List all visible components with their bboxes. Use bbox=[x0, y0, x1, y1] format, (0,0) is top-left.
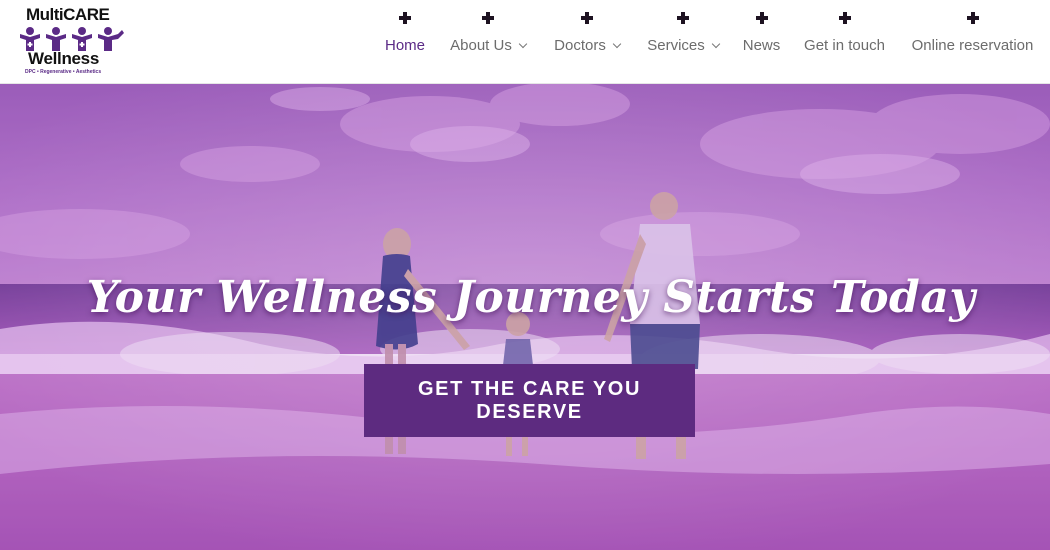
nav-item-services[interactable]: Services bbox=[645, 0, 721, 84]
nav-label-wrap: Home bbox=[385, 37, 425, 54]
plus-icon bbox=[677, 12, 689, 24]
plus-icon bbox=[838, 12, 851, 24]
logo-name-top: MultiCARE bbox=[26, 5, 110, 24]
nav-label-wrap: Services bbox=[647, 37, 721, 54]
site-header: MultiCARE Wellness DPC • Regenerative • … bbox=[0, 0, 1050, 84]
nav-label-news: News bbox=[742, 37, 781, 54]
nav-label-wrap: Get in touch bbox=[804, 37, 885, 54]
plus-icon bbox=[755, 12, 768, 24]
get-care-button[interactable]: GET THE CARE YOU DESERVE bbox=[364, 364, 695, 437]
plus-icon bbox=[482, 12, 494, 24]
nav-label-online-reservation: Online reservation bbox=[911, 37, 1034, 54]
nav-item-home[interactable]: Home bbox=[384, 0, 426, 84]
nav-label-about-us: About Us bbox=[450, 37, 512, 54]
nav-item-online-reservation[interactable]: Online reservation bbox=[908, 0, 1037, 84]
hero-title: Your Wellness Journey Starts Today bbox=[86, 272, 976, 323]
nav-item-get-in-touch[interactable]: Get in touch bbox=[802, 0, 887, 84]
hero-section: Your Wellness Journey Starts Today GET T… bbox=[0, 84, 1050, 550]
nav-label-services: Services bbox=[647, 37, 705, 54]
chevron-down-icon bbox=[612, 39, 622, 48]
nav-item-about-us[interactable]: About Us bbox=[447, 0, 529, 84]
nav-label-wrap: About Us bbox=[450, 37, 528, 54]
chevron-down-icon bbox=[518, 39, 528, 48]
plus-icon bbox=[966, 12, 979, 24]
nav-label-wrap: News bbox=[743, 37, 781, 54]
logo[interactable]: MultiCARE Wellness DPC • Regenerative • … bbox=[16, 4, 128, 78]
nav-label-wrap: Doctors bbox=[554, 37, 622, 54]
plus-icon bbox=[581, 12, 593, 24]
nav-label-home: Home bbox=[384, 37, 425, 54]
nav-label-doctors: Doctors bbox=[554, 37, 606, 54]
logo-name-bottom: Wellness bbox=[28, 49, 99, 68]
nav-item-news[interactable]: News bbox=[742, 0, 781, 84]
chevron-down-icon bbox=[711, 39, 721, 48]
logo-tagline: DPC • Regenerative • Aesthetics bbox=[25, 69, 102, 75]
plus-icon bbox=[399, 12, 411, 24]
nav-item-doctors[interactable]: Doctors bbox=[551, 0, 623, 84]
nav-label-wrap: Online reservation bbox=[912, 37, 1034, 54]
nav-label-get-in-touch: Get in touch bbox=[804, 37, 885, 54]
